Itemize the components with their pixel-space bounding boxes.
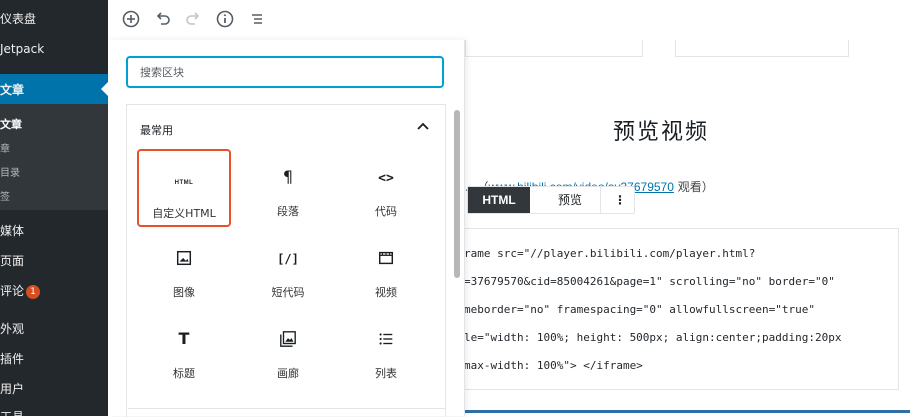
- submenu-item-label: 签: [0, 192, 10, 203]
- panel-title: 最常用: [140, 124, 173, 137]
- video-icon: [339, 248, 433, 268]
- list-icon: [339, 329, 433, 349]
- admin-sidebar: 仪表盘 Jetpack 文章 文章 章 目录 签 媒体 页面 评论 1 外观 插件…: [0, 0, 108, 416]
- panel-divider: [128, 408, 446, 409]
- sidebar-item-label: 仪表盘: [0, 12, 37, 26]
- inserter-scrollbar[interactable]: [454, 110, 460, 278]
- block-item-code[interactable]: <> 代码: [339, 149, 433, 227]
- submenu-item-tags[interactable]: 签: [0, 188, 10, 203]
- redo-icon: [186, 12, 200, 25]
- sidebar-item-media[interactable]: 媒体: [0, 222, 24, 239]
- redo-button[interactable]: [182, 8, 204, 30]
- sidebar-item-comments[interactable]: 评论 1: [0, 282, 41, 299]
- chevron-up-icon: [417, 122, 429, 130]
- code-icon: <>: [378, 171, 394, 186]
- comment-count-badge: 1: [26, 284, 41, 299]
- sidebar-item-tools[interactable]: 工具: [0, 408, 24, 416]
- info-button[interactable]: [214, 8, 236, 30]
- sidebar-item-label: 工具: [0, 410, 24, 416]
- sidebar-item-users[interactable]: 用户: [0, 380, 24, 397]
- sidebar-item-label: 页面: [0, 254, 25, 268]
- undo-button[interactable]: [152, 8, 174, 30]
- submenu-item-label: 目录: [0, 168, 20, 179]
- undo-icon: [156, 12, 170, 25]
- html-code-editor[interactable]: rame src="//player.bilibili.com/player.h…: [465, 228, 899, 390]
- shortcode-icon: [/]: [277, 252, 299, 266]
- block-search-input[interactable]: [126, 56, 444, 88]
- sidebar-item-jetpack[interactable]: Jetpack: [0, 42, 44, 56]
- sidebar-item-label: 文章: [0, 83, 25, 97]
- paragraph-suffix: 观看）: [673, 180, 714, 194]
- more-options-button[interactable]: ⋮: [608, 187, 632, 213]
- tab-html[interactable]: HTML: [468, 187, 530, 213]
- paragraph-icon: ¶: [282, 167, 294, 186]
- sidebar-item-posts[interactable]: 文章: [0, 81, 24, 98]
- code-line: =37679570&cid=85004261&page=1" scrolling…: [465, 275, 835, 288]
- block-item-image[interactable]: 图像: [137, 230, 231, 308]
- most-used-panel: 最常用 HTML 自定义HTML ¶ 段落 <> 代码 图像 [/] 短代码 视…: [126, 104, 446, 417]
- html-icon: HTML: [174, 180, 194, 186]
- html-block-toolbar: HTML 预览 ⋮: [467, 186, 635, 214]
- code-line: rame src="//player.bilibili.com/player.h…: [465, 247, 756, 260]
- tab-preview[interactable]: 预览: [540, 187, 601, 213]
- block-navigation-icon: [252, 14, 262, 24]
- editor-toolbar: [108, 0, 910, 40]
- block-label: 短代码: [271, 286, 305, 299]
- sidebar-item-label: 评论: [0, 284, 25, 298]
- block-label: 画廊: [277, 367, 299, 380]
- add-block-button[interactable]: [120, 8, 142, 30]
- active-indicator-arrow: [101, 82, 108, 96]
- code-line: le="width: 100%; height: 500px; align:ce…: [465, 331, 842, 344]
- block-label: 自定义HTML: [152, 207, 216, 220]
- block-label: 代码: [375, 205, 397, 218]
- submenu-item-label: 章: [0, 144, 10, 155]
- sidebar-item-appearance[interactable]: 外观: [0, 320, 24, 337]
- sidebar-item-label: 用户: [0, 382, 25, 396]
- block-item-shortcode[interactable]: [/] 短代码: [241, 230, 335, 308]
- block-label: 标题: [173, 367, 195, 380]
- block-label: 视频: [375, 286, 397, 299]
- block-divider: [465, 410, 910, 413]
- block-navigation-button[interactable]: [246, 8, 268, 30]
- sidebar-item-plugins[interactable]: 插件: [0, 350, 24, 367]
- info-icon: [216, 10, 234, 28]
- gallery-icon: [241, 329, 335, 349]
- panel-collapse-button[interactable]: [415, 119, 431, 135]
- block-label: 段落: [277, 205, 299, 218]
- code-line: max-width: 100%"> </iframe>: [465, 359, 643, 372]
- submenu-item-new-post[interactable]: 章: [0, 140, 10, 155]
- sidebar-item-dashboard[interactable]: 仪表盘: [0, 10, 36, 27]
- submenu-item-categories[interactable]: 目录: [0, 164, 20, 179]
- block-item-video[interactable]: 视频: [339, 230, 433, 308]
- block-item-paragraph[interactable]: ¶ 段落: [241, 149, 335, 227]
- heading-icon: T: [178, 329, 190, 348]
- image-icon: [137, 248, 231, 268]
- sidebar-item-label: 媒体: [0, 224, 25, 238]
- sidebar-item-pages[interactable]: 页面: [0, 252, 24, 269]
- block-item-custom-html[interactable]: HTML 自定义HTML: [137, 149, 231, 227]
- block-inserter-panel: 最常用 HTML 自定义HTML ¶ 段落 <> 代码: [108, 40, 465, 417]
- post-heading[interactable]: 预览视频: [613, 114, 709, 146]
- block-item-heading[interactable]: T 标题: [137, 311, 231, 389]
- block-label: 图像: [173, 286, 195, 299]
- block-item-list[interactable]: 列表: [339, 311, 433, 389]
- block-label: 列表: [375, 367, 397, 380]
- sidebar-item-label: 插件: [0, 352, 25, 366]
- sidebar-item-label: Jetpack: [0, 42, 45, 56]
- submenu-item-label: 文章: [0, 118, 22, 131]
- add-block-icon: [122, 10, 140, 28]
- code-line: meborder="no" framespacing="0" allowfull…: [465, 303, 815, 316]
- editor-content: 预览视频 ...（www.bilibili.com/video/av376795…: [465, 40, 910, 416]
- block-item-gallery[interactable]: 画廊: [241, 311, 335, 389]
- submenu-item-all-posts[interactable]: 文章: [0, 116, 22, 132]
- content-card: [675, 40, 849, 57]
- content-card: [465, 40, 643, 57]
- sidebar-item-label: 外观: [0, 322, 25, 336]
